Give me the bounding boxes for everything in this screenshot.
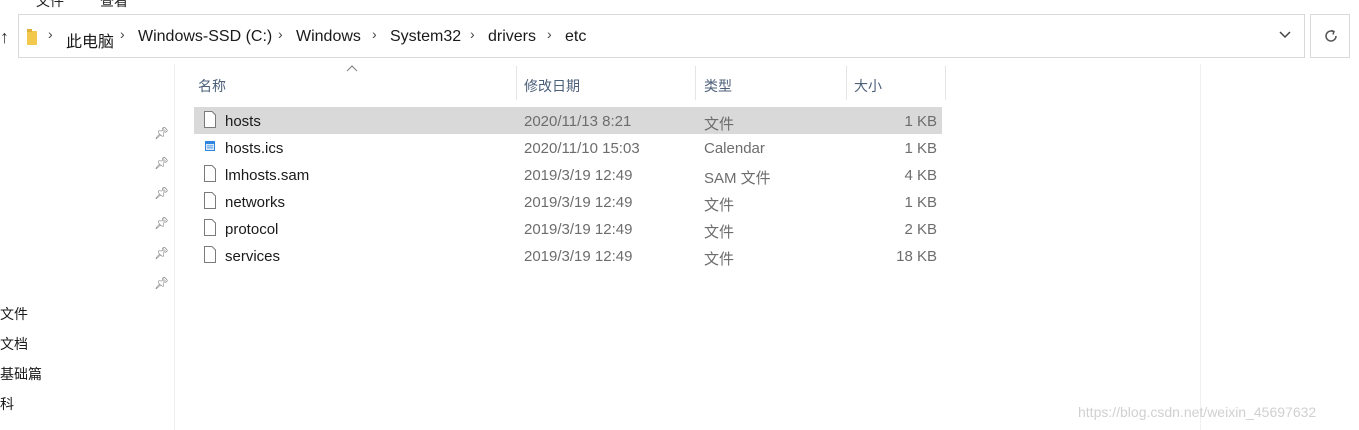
- nav-item[interactable]: 基础篇: [0, 364, 42, 384]
- calendar-file-icon: [205, 141, 215, 151]
- file-type: Calendar: [704, 140, 765, 157]
- chevron-right-icon[interactable]: ›: [547, 26, 552, 42]
- chevron-right-icon[interactable]: ›: [372, 26, 377, 42]
- file-row[interactable]: hosts.ics 2020/11/10 15:03 Calendar 1 KB: [194, 134, 942, 161]
- pin-icon[interactable]: 📌︎: [154, 246, 169, 260]
- file-row[interactable]: networks 2019/3/19 12:49 文件 1 KB: [194, 188, 942, 215]
- file-date: 2019/3/19 12:49: [524, 221, 633, 238]
- column-divider[interactable]: [945, 66, 946, 100]
- chevron-right-icon[interactable]: ›: [470, 26, 475, 42]
- column-header-type[interactable]: 类型: [696, 66, 846, 100]
- file-row[interactable]: lmhosts.sam 2019/3/19 12:49 SAM 文件 4 KB: [194, 161, 942, 188]
- up-arrow-icon[interactable]: ↑: [0, 24, 16, 50]
- file-type: SAM 文件: [704, 170, 771, 187]
- file-date: 2020/11/13 8:21: [524, 113, 632, 130]
- breadcrumb-drive-c[interactable]: Windows-SSD (C:): [138, 28, 272, 46]
- ribbon-tab-1[interactable]: 文件: [36, 0, 64, 10]
- file-name: protocol: [225, 221, 279, 238]
- file-name: networks: [225, 194, 286, 211]
- file-type: 文件: [704, 251, 735, 268]
- file-size: 18 KB: [896, 248, 937, 265]
- ribbon-tab-2[interactable]: 查看: [100, 0, 128, 10]
- pin-icon[interactable]: 📌︎: [154, 216, 169, 230]
- pane-divider: [1200, 64, 1201, 430]
- file-size: 1 KB: [904, 194, 937, 211]
- nav-item[interactable]: 科: [0, 394, 14, 414]
- generic-file-icon: [204, 246, 216, 263]
- file-size: 1 KB: [904, 113, 937, 130]
- chevron-down-icon[interactable]: [1278, 28, 1292, 42]
- chevron-right-icon[interactable]: ›: [278, 26, 283, 42]
- file-size: 2 KB: [904, 221, 937, 238]
- column-header-date[interactable]: 修改日期: [517, 66, 695, 100]
- address-bar[interactable]: › 此电脑 › Windows-SSD (C:) › Windows › Sys…: [18, 14, 1305, 58]
- file-name: hosts: [225, 113, 261, 130]
- file-size: 1 KB: [904, 140, 937, 157]
- file-name: services: [225, 248, 281, 265]
- nav-item[interactable]: 文档: [0, 334, 28, 354]
- file-date: 2019/3/19 12:49: [524, 167, 633, 184]
- generic-file-icon: [204, 219, 216, 236]
- column-header-label: 大小: [854, 78, 882, 94]
- generic-file-icon: [204, 111, 216, 128]
- ribbon-strip: 文件 查看: [0, 0, 1359, 10]
- breadcrumb-this-pc[interactable]: 此电脑: [66, 28, 114, 52]
- file-type: 文件: [704, 197, 735, 214]
- pin-icon[interactable]: 📌︎: [154, 276, 169, 290]
- generic-file-icon: [204, 165, 216, 182]
- column-header-size[interactable]: 大小: [847, 66, 945, 100]
- column-header-label: 名称: [198, 78, 226, 94]
- file-size: 4 KB: [904, 167, 937, 184]
- file-type: 文件: [704, 116, 735, 133]
- breadcrumb-drivers[interactable]: drivers: [488, 28, 536, 46]
- refresh-button[interactable]: [1310, 14, 1350, 58]
- breadcrumb-windows[interactable]: Windows: [296, 28, 361, 46]
- address-row: ↑ › 此电脑 › Windows-SSD (C:) › Windows › S…: [0, 12, 1359, 62]
- folder-icon: [27, 29, 37, 45]
- file-row[interactable]: services 2019/3/19 12:49 文件 18 KB: [194, 242, 942, 269]
- chevron-right-icon[interactable]: ›: [48, 26, 53, 42]
- breadcrumb-system32[interactable]: System32: [390, 28, 461, 46]
- chevron-right-icon[interactable]: ›: [120, 26, 125, 42]
- column-header-label: 修改日期: [524, 78, 580, 94]
- pin-icon[interactable]: 📌︎: [154, 186, 169, 200]
- breadcrumb-etc[interactable]: etc: [565, 28, 586, 46]
- file-date: 2020/11/10 15:03: [524, 140, 640, 157]
- refresh-icon: [1325, 29, 1337, 42]
- file-date: 2019/3/19 12:49: [524, 194, 633, 211]
- generic-file-icon: [204, 192, 216, 209]
- file-row[interactable]: hosts 2020/11/13 8:21 文件 1 KB: [194, 107, 942, 134]
- file-name: hosts.ics: [225, 140, 284, 157]
- column-header-label: 类型: [704, 78, 732, 94]
- watermark: https://blog.csdn.net/weixin_45697632: [1078, 404, 1317, 420]
- file-row[interactable]: protocol 2019/3/19 12:49 文件 2 KB: [194, 215, 942, 242]
- file-name: lmhosts.sam: [225, 167, 310, 184]
- file-date: 2019/3/19 12:49: [524, 248, 633, 265]
- pin-icon[interactable]: 📌︎: [154, 126, 169, 140]
- file-type: 文件: [704, 224, 735, 241]
- column-header-name[interactable]: 名称: [194, 66, 516, 100]
- navigation-pane: 📌︎ 📌︎ 📌︎ 📌︎ 📌︎ 📌︎ 文件 文档 基础篇 科: [0, 64, 175, 430]
- nav-item[interactable]: 文件: [0, 304, 28, 324]
- pin-icon[interactable]: 📌︎: [154, 156, 169, 170]
